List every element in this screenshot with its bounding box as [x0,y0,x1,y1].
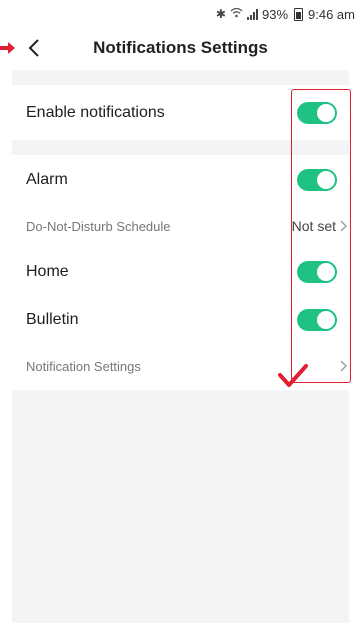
row-home: Home [12,247,349,297]
dnd-schedule-value-text: Not set [291,218,336,234]
signal-icon [246,8,258,20]
row-notification-settings[interactable]: Notification Settings [12,343,349,389]
back-button[interactable] [24,36,44,60]
dnd-schedule-value: Not set [292,218,347,234]
header: Notifications Settings [0,28,361,68]
notification-settings-label: Notification Settings [26,358,141,374]
section-categories: Alarm Do-Not-Disturb Schedule Not set Ho… [12,155,349,390]
battery-percent: 93% [261,6,289,22]
toggle-knob [317,263,335,281]
row-bulletin: Bulletin [12,297,349,343]
home-toggle[interactable] [297,261,337,283]
status-bar: ✱ 93% 9:46 am [0,0,361,28]
enable-notifications-toggle[interactable] [297,101,337,124]
row-enable-notifications: Enable notifications [12,85,349,140]
toggle-knob [317,311,335,329]
bluetooth-icon: ✱ [215,7,226,21]
alarm-label: Alarm [26,171,68,188]
battery-icon [294,7,304,21]
arrow-right-icon [0,42,15,54]
chevron-right-icon [340,220,347,232]
bulletin-label: Bulletin [26,311,79,328]
bulletin-toggle[interactable] [297,309,337,331]
home-label: Home [26,263,69,280]
settings-content: Enable notifications Alarm Do-Not-Distur… [12,70,349,623]
row-dnd-schedule[interactable]: Do-Not-Disturb Schedule Not set [12,205,349,247]
toggle-knob [317,171,335,189]
alarm-toggle[interactable] [297,169,337,191]
dnd-schedule-label: Do-Not-Disturb Schedule [26,218,171,234]
page-title: Notifications Settings [93,38,268,57]
wifi-icon [230,7,243,21]
toggle-knob [317,103,335,122]
clock: 9:46 am [308,6,355,22]
enable-notifications-label: Enable notifications [26,103,165,121]
chevron-left-icon [28,39,39,57]
row-alarm: Alarm [12,155,349,205]
section-enable: Enable notifications [12,85,349,140]
chevron-right-icon [340,360,347,372]
